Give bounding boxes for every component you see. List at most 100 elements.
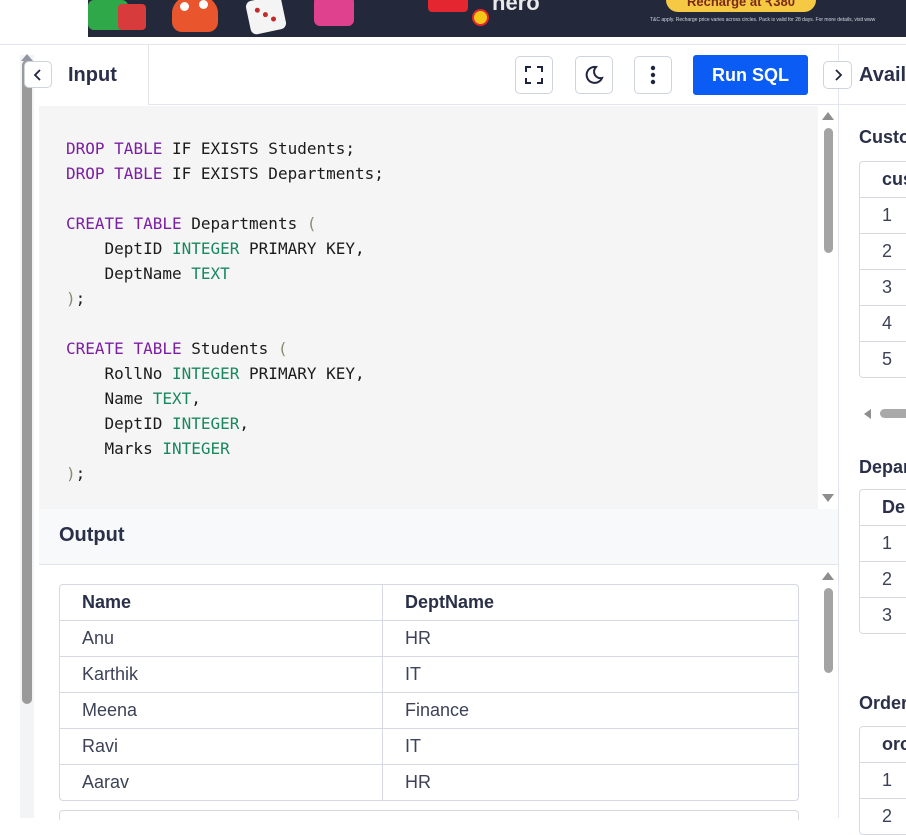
collapse-panel-button[interactable]: [24, 61, 52, 88]
table-row: 1: [860, 526, 906, 562]
dice-image: [244, 0, 288, 36]
code-token: TABLE: [114, 139, 163, 158]
output-title: Output: [59, 524, 125, 546]
brand-logo: [428, 0, 468, 12]
table-cell: IT: [383, 729, 798, 765]
code-token: TEXT: [152, 389, 192, 408]
scroll-up-icon[interactable]: [822, 112, 834, 120]
table-row: 2: [860, 234, 906, 270]
code-token: ,: [191, 389, 201, 408]
scroll-up-icon[interactable]: [822, 572, 834, 580]
table-row: 3: [860, 598, 906, 633]
schema-table-label: Depar: [859, 457, 906, 477]
ad-brand: hero: [492, 0, 540, 15]
code-token: INTEGER: [162, 439, 230, 458]
table-cell: 2: [860, 562, 906, 598]
divider: [838, 45, 839, 818]
theme-toggle-button[interactable]: [575, 56, 613, 94]
code-token: DROP: [66, 164, 105, 183]
next-result-table: [59, 810, 799, 820]
code-token: INTEGER: [171, 364, 240, 383]
code-token: DeptID: [66, 414, 172, 433]
ad-cta-button[interactable]: Recharge at ₹380: [666, 0, 816, 12]
table-cell: 4: [860, 306, 906, 342]
horizontal-scrollbar-thumb[interactable]: [880, 409, 906, 418]
table-row: Aarav HR: [60, 765, 798, 800]
code-token: TABLE: [114, 164, 163, 183]
table-cell: Ravi: [60, 729, 383, 765]
ad-banner[interactable]: hero Recharge at ₹380 T&C apply. Recharg…: [88, 0, 906, 37]
ad-fine-print: T&C apply. Recharge price varies across …: [650, 17, 876, 23]
page-scrollbar-thumb[interactable]: [22, 60, 32, 704]
table-cell: 1: [860, 198, 906, 234]
table-row: 5: [860, 342, 906, 377]
code-token: Name: [66, 389, 153, 408]
table-row: Karthik IT: [60, 657, 798, 693]
code-token: IF EXISTS Departments;: [162, 164, 384, 183]
toy-block-image: [118, 4, 146, 30]
output-scrollbar-thumb[interactable]: [824, 588, 833, 673]
table-cell: IT: [383, 657, 798, 693]
sql-code[interactable]: DROP TABLE IF EXISTS Students; DROP TABL…: [66, 136, 384, 486]
code-token: (: [306, 214, 317, 233]
code-token: TABLE: [133, 214, 182, 233]
table-row: 1: [860, 763, 906, 799]
output-table: Name DeptName Anu HR Karthik IT Meena Finance…: [59, 584, 799, 801]
chevron-right-icon: [834, 69, 842, 81]
brand-logo-dot: [472, 9, 489, 26]
code-token: Departments: [181, 214, 307, 233]
column-header: De: [860, 490, 906, 526]
table-cell: Meena: [60, 693, 383, 729]
code-token: IF EXISTS Students;: [162, 139, 355, 158]
code-token: ): [66, 464, 76, 483]
moon-icon: [585, 65, 604, 84]
table-row: Meena Finance: [60, 693, 798, 729]
code-token: ): [66, 289, 76, 308]
table-row: 2: [860, 562, 906, 598]
schema-table-label: Order: [859, 693, 906, 713]
code-token: DROP: [66, 139, 105, 158]
scroll-down-icon[interactable]: [822, 494, 834, 502]
table-cell: Karthik: [60, 657, 383, 693]
dice-image: [314, 0, 354, 26]
code-token: DeptID: [66, 239, 172, 258]
code-token: TEXT: [191, 264, 230, 283]
code-token: PRIMARY KEY,: [239, 239, 365, 258]
divider: [839, 104, 906, 105]
available-tables-title: Avail: [859, 64, 906, 86]
output-header: [39, 509, 838, 565]
run-sql-button[interactable]: Run SQL: [693, 55, 808, 95]
divider: [0, 44, 906, 45]
table-cell: 3: [882, 605, 893, 625]
table-cell: 3: [860, 270, 906, 306]
editor-scrollbar-thumb[interactable]: [824, 128, 833, 253]
schema-table: De 1 2 3: [859, 489, 906, 634]
input-tab[interactable]: Input: [68, 64, 117, 87]
column-header: orc: [860, 727, 906, 763]
chevron-left-icon: [33, 68, 41, 81]
code-token: CREATE: [66, 339, 124, 358]
table-cell: Anu: [60, 621, 383, 657]
code-token: (: [277, 339, 288, 358]
schema-table-label: Custo: [859, 127, 906, 147]
table-cell: Finance: [383, 693, 798, 729]
divider: [148, 45, 149, 105]
code-token: ;: [75, 464, 86, 483]
table-row: 2: [860, 799, 906, 834]
code-token: DeptName: [66, 264, 192, 283]
column-header: cus: [860, 162, 906, 198]
expand-panel-button[interactable]: [823, 61, 852, 89]
fullscreen-button[interactable]: [515, 56, 553, 94]
table-row: Anu HR: [60, 621, 798, 657]
code-token: INTEGER: [171, 239, 240, 258]
table-row: 1: [860, 198, 906, 234]
more-vertical-icon: [650, 65, 656, 85]
schema-table: orc 1 2: [859, 726, 906, 835]
code-token: PRIMARY KEY,: [239, 364, 365, 383]
more-options-button[interactable]: [634, 56, 672, 94]
column-header: Name: [60, 585, 383, 621]
scroll-left-icon[interactable]: [864, 409, 871, 419]
